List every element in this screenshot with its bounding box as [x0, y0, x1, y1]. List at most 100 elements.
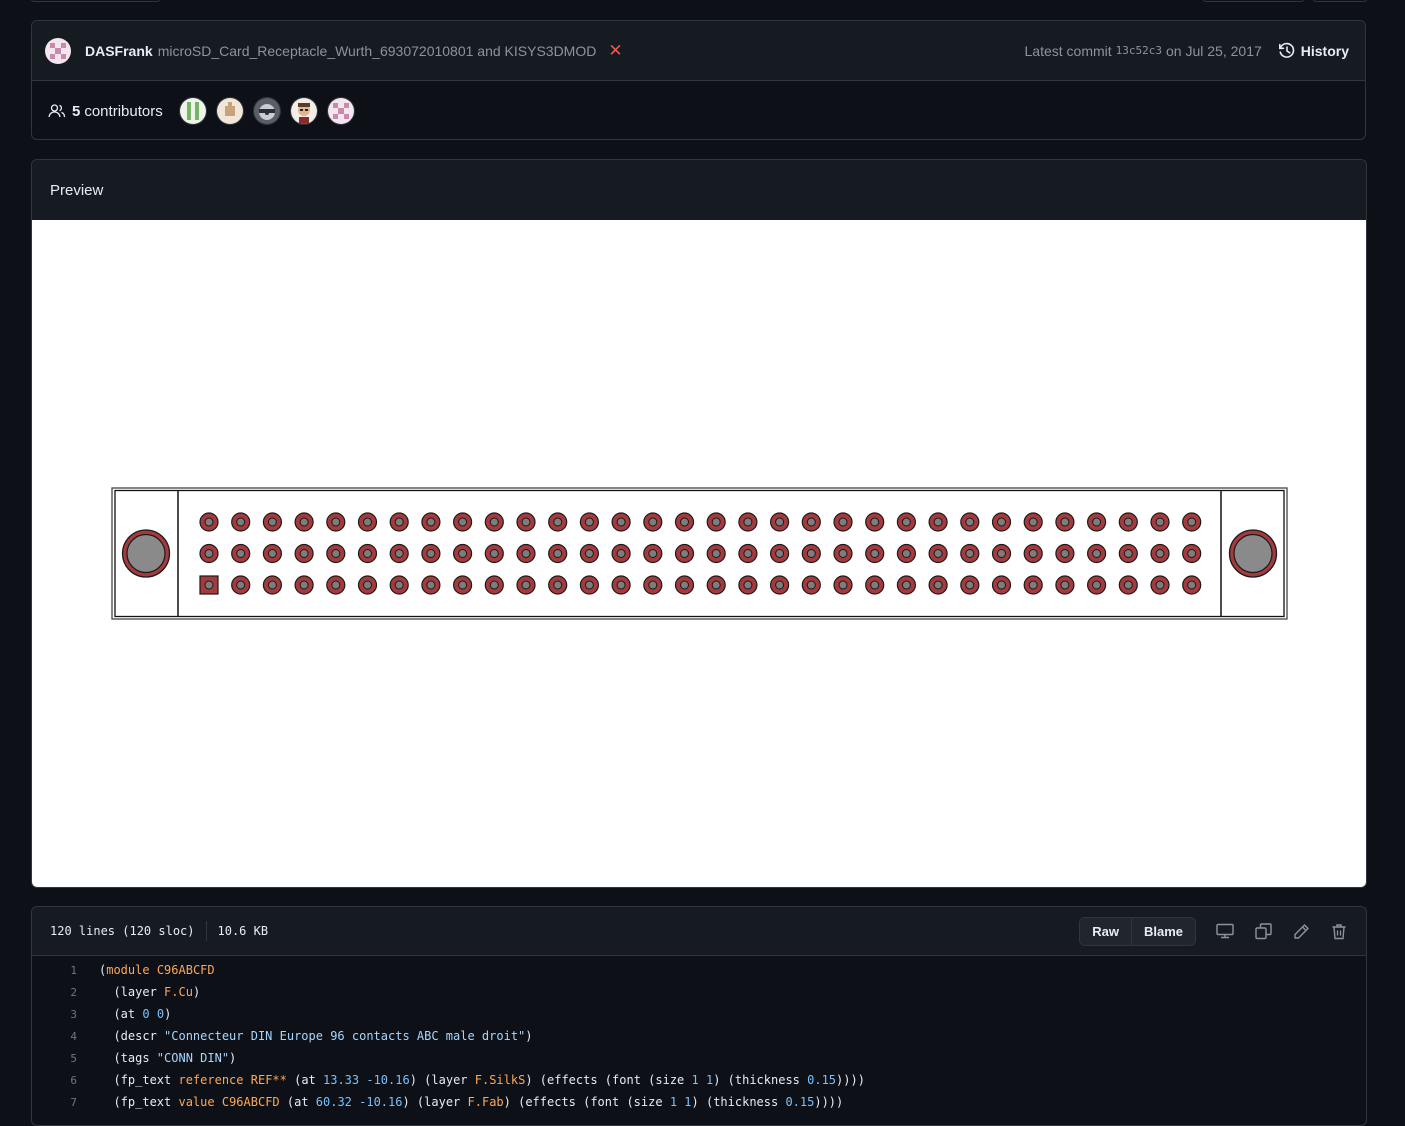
code-token: ) (thickness [691, 1095, 786, 1109]
trash-icon[interactable] [1330, 922, 1348, 940]
contributor-avatar-2[interactable] [215, 97, 244, 125]
pin-pad [294, 512, 314, 532]
code-token: 0 [156, 1007, 165, 1021]
pencil-icon[interactable] [1292, 922, 1310, 940]
pin-pad [769, 575, 790, 595]
pin-pad [548, 575, 568, 595]
pin-pad [1055, 543, 1075, 564]
line-source: (module C96ABCFD [99, 963, 215, 977]
commit-sha-link[interactable]: 13c52c3 [1116, 44, 1162, 57]
pin-pad [357, 512, 378, 532]
author-avatar[interactable] [45, 37, 71, 64]
pin-pad [421, 512, 441, 532]
footprint-preview-canvas[interactable] [32, 220, 1366, 887]
line-number[interactable]: 2 [32, 986, 99, 999]
line-number[interactable]: 5 [32, 1052, 99, 1065]
pin-pad [199, 543, 219, 564]
pin-pad [960, 512, 980, 532]
line-source: (fp_text value C96ABCFD (at 60.32 -10.16… [99, 1095, 843, 1109]
previous-box-edge-left [31, 0, 160, 2]
code-token: module [106, 963, 150, 977]
pin-pad [1118, 543, 1138, 564]
pin-pad [928, 512, 948, 532]
pin-pad [991, 575, 1012, 595]
pin-pad [1182, 543, 1202, 564]
code-token: (fp_text [99, 1095, 179, 1109]
code-line: 5 (tags "CONN DIN") [32, 1047, 1366, 1069]
line-number[interactable]: 3 [32, 1008, 99, 1021]
pin-pad [484, 543, 504, 564]
commit-author-link[interactable]: DASFrank [85, 43, 153, 59]
previous-box-edge-right-a [1203, 0, 1304, 2]
pin-pad [674, 543, 695, 564]
pin-pad [643, 575, 663, 595]
line-number[interactable]: 6 [32, 1074, 99, 1087]
pin-pad [611, 543, 631, 564]
contributor-avatar-5[interactable] [326, 97, 355, 125]
pin-pad [484, 512, 504, 532]
pin-pad [991, 543, 1012, 564]
pin-pad [1182, 575, 1202, 595]
commit-box: DASFrank microSD_Card_Receptacle_Wurth_6… [31, 20, 1366, 140]
code-token: F.Fab [467, 1095, 504, 1109]
pin-pad [833, 575, 853, 595]
pin-pad [706, 543, 726, 564]
pin-pad [357, 543, 378, 564]
contributors-link[interactable]: 5 contributors [48, 103, 163, 120]
code-line: 4 (descr "Connecteur DIN Europe 96 conta… [32, 1025, 1366, 1047]
history-icon [1278, 42, 1295, 58]
blame-button[interactable]: Blame [1130, 917, 1195, 945]
code-token: C96ABCFD [156, 963, 215, 977]
pin-pad [1023, 575, 1043, 595]
contributor-avatar-4[interactable] [289, 97, 318, 125]
desktop-icon[interactable] [1216, 922, 1234, 940]
code-token: 0.15 [785, 1095, 815, 1109]
contributors-label: contributors [84, 102, 163, 120]
mounting-hole [1228, 529, 1278, 578]
pin-pad [294, 543, 314, 564]
people-icon [48, 104, 66, 118]
pin-pad [326, 543, 346, 564]
pin-pad [611, 512, 631, 532]
line-source: (fp_text reference REF** (at 13.33 -10.1… [99, 1073, 865, 1087]
pin-pad [738, 543, 758, 564]
code-line: 6 (fp_text reference REF** (at 13.33 -10… [32, 1069, 1366, 1091]
line-number[interactable]: 4 [32, 1030, 99, 1043]
pin-pad [928, 543, 948, 564]
code-token: "CONN DIN" [156, 1051, 230, 1065]
line-number[interactable]: 7 [32, 1096, 99, 1109]
code-token: (fp_text [99, 1073, 179, 1087]
pin-pad [453, 512, 473, 532]
commit-message-link[interactable]: microSD_Card_Receptacle_Wurth_6930720108… [158, 43, 597, 59]
copy-icon[interactable] [1254, 922, 1272, 940]
line-number[interactable]: 1 [32, 964, 99, 977]
code-token: (at [99, 1007, 143, 1021]
pin-pad [1086, 575, 1107, 595]
line-source: (layer F.Cu) [99, 985, 200, 999]
file-size: 10.6 KB [217, 924, 269, 938]
pin-pad [516, 543, 536, 564]
history-button[interactable]: History [1278, 42, 1349, 60]
pin-pad [357, 575, 378, 595]
preview-label: Preview [50, 181, 104, 199]
contributor-avatar-3[interactable] [252, 97, 281, 125]
code-lines: 1 (module C96ABCFD 2 (layer F.Cu) 3 (at 0 0… [32, 956, 1366, 1113]
code-line: 2 (layer F.Cu) [32, 981, 1366, 1003]
code-token: 0.15 [807, 1073, 837, 1087]
pin-pad [326, 575, 346, 595]
code-token: 0 [142, 1007, 150, 1021]
contributor-avatar-1[interactable] [178, 97, 207, 125]
pin-pad [738, 512, 758, 532]
x-icon[interactable]: ✕ [608, 41, 622, 61]
code-token: ) (layer [402, 1095, 468, 1109]
raw-button[interactable]: Raw [1080, 917, 1131, 945]
contributor-avatars [178, 97, 364, 125]
pin-pad [706, 575, 726, 595]
pin-pad [1182, 512, 1202, 532]
pin-pad [1086, 543, 1107, 564]
pin-pad [548, 543, 568, 564]
pin-pad [1118, 575, 1138, 595]
